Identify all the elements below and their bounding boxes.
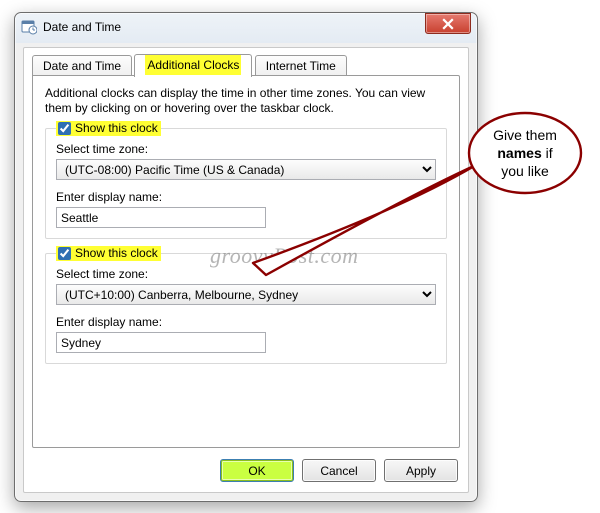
date-time-icon	[21, 19, 37, 35]
tabstrip: Date and Time Additional Clocks Internet…	[32, 54, 460, 76]
show-clock-1-label: Show this clock	[75, 121, 158, 135]
show-clock-1-checkbox[interactable]	[58, 122, 71, 135]
clock2-display-name-input[interactable]	[56, 332, 266, 353]
show-clock-2-checkbox[interactable]	[58, 247, 71, 260]
cancel-button[interactable]: Cancel	[302, 459, 376, 482]
panel-description: Additional clocks can display the time i…	[45, 86, 447, 116]
additional-clocks-panel: Additional clocks can display the time i…	[32, 75, 460, 448]
annotation-line2-bold: names	[497, 145, 542, 161]
annotation-line2-rest: if	[542, 145, 553, 161]
show-clock-2-label: Show this clock	[75, 246, 158, 260]
annotation-line3: you like	[501, 163, 549, 179]
apply-button[interactable]: Apply	[384, 459, 458, 482]
window-title: Date and Time	[43, 20, 471, 34]
clock2-name-label: Enter display name:	[56, 315, 436, 329]
tab-label: Additional Clocks	[145, 55, 241, 75]
annotation-line1: Give them	[493, 127, 557, 143]
tab-internet-time[interactable]: Internet Time	[255, 55, 347, 77]
client-area: Date and Time Additional Clocks Internet…	[23, 47, 469, 493]
clock1-name-label: Enter display name:	[56, 190, 436, 204]
dialog-button-row: OK Cancel Apply	[220, 459, 458, 482]
clock1-tz-label: Select time zone:	[56, 142, 436, 156]
close-button[interactable]	[425, 13, 471, 34]
clock-group-1: Show this clock Select time zone: (UTC-0…	[45, 128, 447, 239]
close-icon	[442, 18, 454, 30]
clock1-display-name-input[interactable]	[56, 207, 266, 228]
svg-text:names if: names if	[497, 145, 552, 161]
clock2-timezone-select[interactable]: (UTC+10:00) Canberra, Melbourne, Sydney	[56, 284, 436, 305]
titlebar: Date and Time	[15, 13, 477, 41]
date-and-time-window: Date and Time Date and Time Additional C…	[14, 12, 478, 502]
tab-label: Date and Time	[43, 59, 121, 73]
tab-additional-clocks[interactable]: Additional Clocks	[134, 54, 252, 77]
clock1-timezone-select[interactable]: (UTC-08:00) Pacific Time (US & Canada)	[56, 159, 436, 180]
clock-group-2: Show this clock Select time zone: (UTC+1…	[45, 253, 447, 364]
ok-button[interactable]: OK	[220, 459, 294, 482]
tab-label: Internet Time	[266, 59, 336, 73]
tab-date-and-time[interactable]: Date and Time	[32, 55, 132, 77]
clock2-tz-label: Select time zone:	[56, 267, 436, 281]
